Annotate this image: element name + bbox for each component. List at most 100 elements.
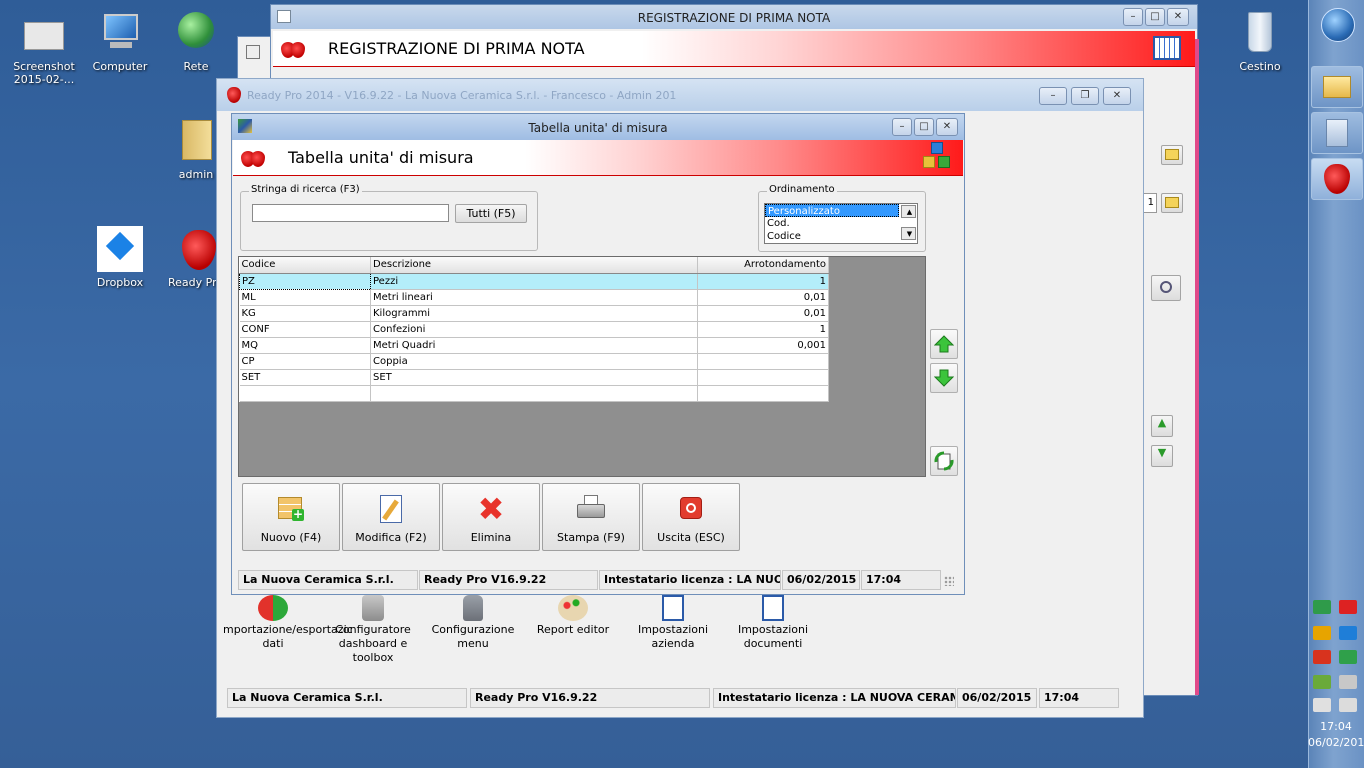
cell-rounding[interactable]: 1 xyxy=(697,273,829,290)
volume-tray-icon[interactable] xyxy=(1339,698,1357,712)
tray-icon[interactable] xyxy=(1339,626,1357,640)
close-button[interactable]: ✕ xyxy=(1103,87,1131,105)
minimize-button[interactable]: – xyxy=(1123,8,1143,26)
exit-button[interactable]: Uscita (ESC) xyxy=(642,483,740,551)
desktop-icon-network[interactable]: Rete xyxy=(156,10,236,73)
report-editor-button[interactable]: Report editor xyxy=(523,595,623,637)
tray-icon[interactable] xyxy=(1313,626,1331,640)
move-down-button[interactable] xyxy=(930,363,958,393)
column-header-description[interactable]: Descrizione xyxy=(370,257,698,274)
edit-button[interactable]: Modifica (F2) xyxy=(342,483,440,551)
show-all-button[interactable]: Tutti (F5) xyxy=(455,204,527,223)
cell-description[interactable]: Coppia xyxy=(370,353,698,370)
folder-button[interactable] xyxy=(1161,145,1183,165)
cell-rounding[interactable] xyxy=(697,369,829,386)
print-button[interactable]: Stampa (F9) xyxy=(542,483,640,551)
cell-rounding[interactable]: 0,001 xyxy=(697,337,829,354)
table-row[interactable]: CONF Confezioni 1 xyxy=(239,321,829,338)
move-up-button[interactable]: ▲ xyxy=(1151,415,1173,437)
import-export-button[interactable]: mportazione/esportazic dati xyxy=(223,595,353,651)
table-row[interactable] xyxy=(239,385,829,402)
minimize-button[interactable]: – xyxy=(892,118,912,136)
move-down-button[interactable]: ▼ xyxy=(1151,445,1173,467)
cubes-icon xyxy=(923,142,953,172)
start-button[interactable] xyxy=(1321,8,1355,42)
search-input[interactable] xyxy=(252,204,449,222)
sort-option[interactable]: Personalizzato xyxy=(765,204,899,217)
delete-button[interactable]: ✖ Elimina xyxy=(442,483,540,551)
cell-code[interactable]: PZ xyxy=(239,272,371,290)
cell-description[interactable]: Metri lineari xyxy=(370,289,698,306)
table-row[interactable]: ML Metri lineari 0,01 xyxy=(239,289,829,306)
folder-button[interactable] xyxy=(1161,193,1183,213)
table-row[interactable]: CP Coppia xyxy=(239,353,829,370)
close-button[interactable]: ✕ xyxy=(1167,8,1189,26)
cell-rounding[interactable] xyxy=(697,385,829,402)
menu-configuration-button[interactable]: Configurazione menu xyxy=(423,595,523,651)
units-table: Codice Descrizione Arrotondamento PZ Pezz… xyxy=(239,257,829,402)
taskbar-explorer-button[interactable] xyxy=(1311,66,1363,108)
taskbar-calculator-button[interactable] xyxy=(1311,112,1363,154)
tray-icon[interactable] xyxy=(1313,600,1331,614)
maximize-button[interactable]: □ xyxy=(1145,8,1165,26)
table-row[interactable]: MQ Metri Quadri 0,001 xyxy=(239,337,829,354)
tray-icon[interactable] xyxy=(1313,675,1331,689)
cell-code[interactable]: SET xyxy=(239,369,371,386)
cell-code[interactable]: CONF xyxy=(239,321,371,338)
cell-code[interactable] xyxy=(239,385,371,402)
taskbar-readypro-button[interactable] xyxy=(1311,158,1363,200)
table-row[interactable]: KG Kilogrammi 0,01 xyxy=(239,305,829,322)
taskbar-date[interactable]: 06/02/201 xyxy=(1308,736,1364,749)
cell-code[interactable]: KG xyxy=(239,305,371,322)
restore-button[interactable]: ❐ xyxy=(1071,87,1099,105)
cell-description[interactable] xyxy=(370,385,698,402)
table-row[interactable]: SET SET xyxy=(239,369,829,386)
cell-description[interactable]: Kilogrammi xyxy=(370,305,698,322)
cell-code[interactable]: ML xyxy=(239,289,371,306)
cell-description[interactable]: SET xyxy=(370,369,698,386)
desktop-icon-computer[interactable]: Computer xyxy=(80,10,160,73)
desktop-icon-screenshot[interactable]: Screenshot 2015-02-... xyxy=(4,10,84,86)
company-settings-button[interactable]: Impostazioni azienda xyxy=(623,595,723,651)
tray-icon[interactable] xyxy=(1339,600,1357,614)
cell-rounding[interactable]: 0,01 xyxy=(697,305,829,322)
dashboard-configurator-button[interactable]: Configuratore dashboard e toolbox xyxy=(323,595,423,665)
cell-description[interactable]: Confezioni xyxy=(370,321,698,338)
status-version: Ready Pro V16.9.22 xyxy=(470,688,710,708)
minimize-button[interactable]: – xyxy=(1039,87,1067,105)
tray-icon[interactable] xyxy=(1339,650,1357,664)
network-tray-icon[interactable] xyxy=(1313,698,1331,712)
column-header-code[interactable]: Codice xyxy=(239,257,371,274)
tray-icon[interactable] xyxy=(1313,650,1331,664)
desktop-icon-dropbox[interactable]: Dropbox xyxy=(80,226,160,289)
menu-configuration-label: Configurazione menu xyxy=(431,623,515,650)
sort-option[interactable]: Codice xyxy=(765,230,917,243)
cell-description[interactable]: Metri Quadri xyxy=(370,337,698,354)
table-row[interactable]: PZ Pezzi 1 xyxy=(239,272,829,290)
cell-code[interactable]: CP xyxy=(239,353,371,370)
cell-rounding[interactable]: 1 xyxy=(697,321,829,338)
new-button[interactable]: + Nuovo (F4) xyxy=(242,483,340,551)
search-button[interactable] xyxy=(1151,275,1181,301)
new-button-label: Nuovo (F4) xyxy=(260,531,322,544)
resize-grip-icon[interactable] xyxy=(944,576,954,586)
maximize-button[interactable]: □ xyxy=(914,118,934,136)
desktop-icon-recycle-bin[interactable]: Cestino xyxy=(1220,10,1300,73)
taskbar-time[interactable]: 17:04 xyxy=(1308,720,1364,733)
cell-description[interactable]: Pezzi xyxy=(370,273,698,290)
column-header-rounding[interactable]: Arrotondamento xyxy=(697,257,829,274)
scroll-down-button[interactable]: ▼ xyxy=(901,227,916,240)
arrow-up-icon xyxy=(934,335,954,353)
refresh-button[interactable] xyxy=(930,446,958,476)
document-settings-button[interactable]: Impostazioni documenti xyxy=(723,595,823,651)
cell-rounding[interactable] xyxy=(697,353,829,370)
close-button[interactable]: ✕ xyxy=(936,118,958,136)
move-up-button[interactable] xyxy=(930,329,958,359)
cell-code[interactable]: MQ xyxy=(239,337,371,354)
sort-option[interactable]: Cod. xyxy=(765,217,917,230)
tray-icon[interactable] xyxy=(1339,675,1357,689)
sort-listbox[interactable]: Personalizzato Cod. Codice ▲ ▼ xyxy=(764,203,918,244)
banner-title: REGISTRAZIONE DI PRIMA NOTA xyxy=(328,39,585,58)
scroll-up-button[interactable]: ▲ xyxy=(901,205,916,218)
cell-rounding[interactable]: 0,01 xyxy=(697,289,829,306)
